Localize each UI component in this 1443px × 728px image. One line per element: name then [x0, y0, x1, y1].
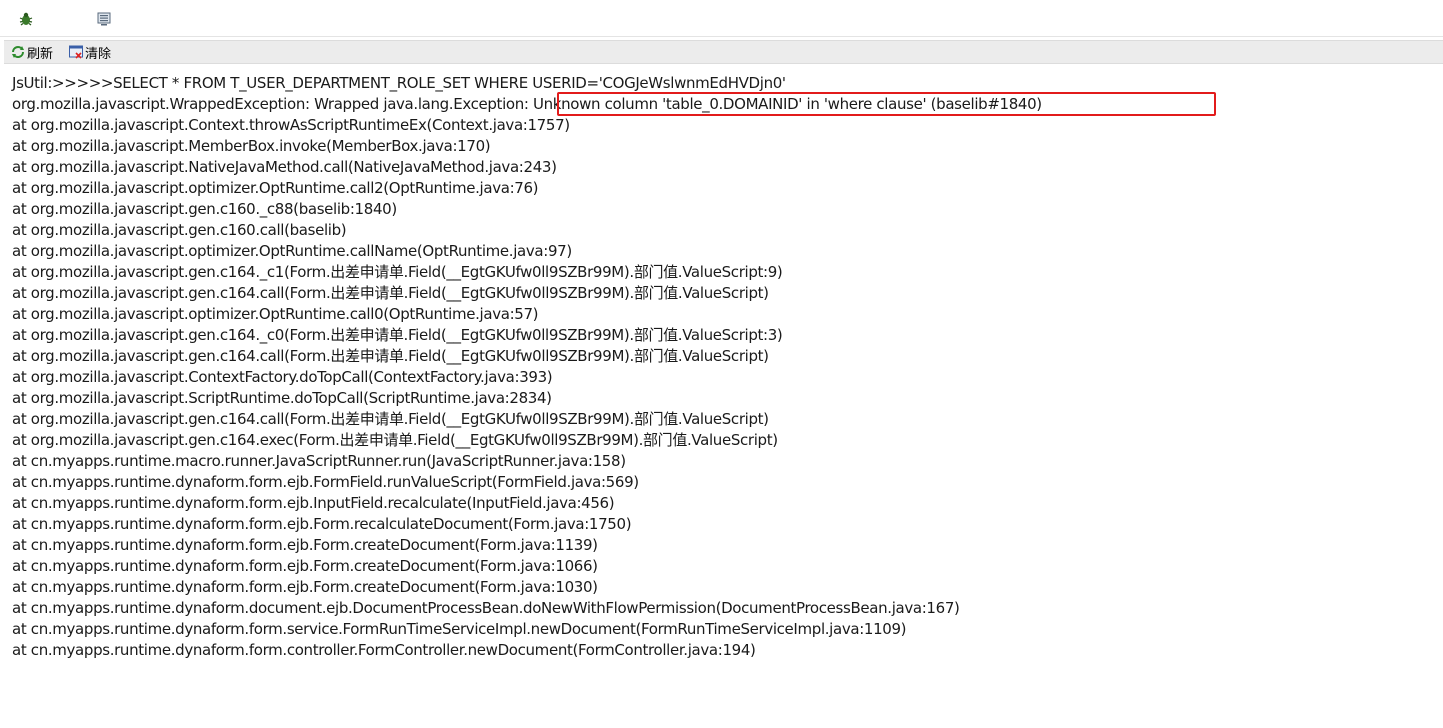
- console-line: JsUtil:>>>>>SELECT * FROM T_USER_DEPARTM…: [12, 74, 786, 92]
- console-line: at cn.myapps.runtime.dynaform.form.ejb.F…: [12, 536, 598, 554]
- clear-button[interactable]: 清除: [68, 43, 112, 62]
- console-line: at org.mozilla.javascript.ScriptRuntime.…: [12, 389, 552, 407]
- console-line: at org.mozilla.javascript.gen.c164.call(…: [12, 284, 769, 302]
- console-line: at cn.myapps.runtime.dynaform.form.servi…: [12, 620, 907, 638]
- console-line: at org.mozilla.javascript.gen.c164._c1(F…: [12, 263, 783, 281]
- console-line: at org.mozilla.javascript.optimizer.OptR…: [12, 242, 572, 260]
- bug-icon[interactable]: [18, 11, 34, 27]
- console-line: at org.mozilla.javascript.optimizer.OptR…: [12, 179, 539, 197]
- console-toolbar: 刷新 清除: [4, 40, 1443, 64]
- console-line: at org.mozilla.javascript.MemberBox.invo…: [12, 137, 491, 155]
- refresh-button[interactable]: 刷新: [10, 43, 54, 62]
- clear-icon: [68, 44, 84, 60]
- console-line: at org.mozilla.javascript.gen.c164.call(…: [12, 347, 769, 365]
- console-line: at cn.myapps.runtime.dynaform.form.ejb.F…: [12, 473, 639, 491]
- console-line: at cn.myapps.runtime.dynaform.form.ejb.I…: [12, 494, 615, 512]
- console-line: at org.mozilla.javascript.gen.c164._c0(F…: [12, 326, 783, 344]
- console-line: at org.mozilla.javascript.NativeJavaMeth…: [12, 158, 557, 176]
- clear-label: 清除: [85, 46, 112, 62]
- console-line: at org.mozilla.javascript.ContextFactory…: [12, 368, 553, 386]
- console-line: at org.mozilla.javascript.optimizer.OptR…: [12, 305, 539, 323]
- console-line: at org.mozilla.javascript.gen.c160._c88(…: [12, 200, 397, 218]
- console-line: at org.mozilla.javascript.gen.c164.exec(…: [12, 431, 778, 449]
- monitor-icon[interactable]: [96, 11, 112, 27]
- refresh-label: 刷新: [27, 46, 54, 62]
- console-line: at cn.myapps.runtime.dynaform.document.e…: [12, 599, 960, 617]
- console-line: at cn.myapps.runtime.dynaform.form.ejb.F…: [12, 578, 598, 596]
- console-line: at cn.myapps.runtime.macro.runner.JavaSc…: [12, 452, 626, 470]
- console-line: at cn.myapps.runtime.dynaform.form.ejb.F…: [12, 557, 598, 575]
- error-highlight-box: [557, 92, 1216, 116]
- console-line: at cn.myapps.runtime.dynaform.form.ejb.F…: [12, 515, 632, 533]
- console-line: at org.mozilla.javascript.gen.c160.call(…: [12, 221, 347, 239]
- console-line: at org.mozilla.javascript.Context.throwA…: [12, 116, 570, 134]
- console-line: at cn.myapps.runtime.dynaform.form.contr…: [12, 641, 756, 659]
- console-line: at org.mozilla.javascript.gen.c164.call(…: [12, 410, 769, 428]
- refresh-icon: [10, 44, 26, 60]
- console-output[interactable]: JsUtil:>>>>>SELECT * FROM T_USER_DEPARTM…: [12, 73, 1432, 661]
- top-bar: [0, 0, 1443, 37]
